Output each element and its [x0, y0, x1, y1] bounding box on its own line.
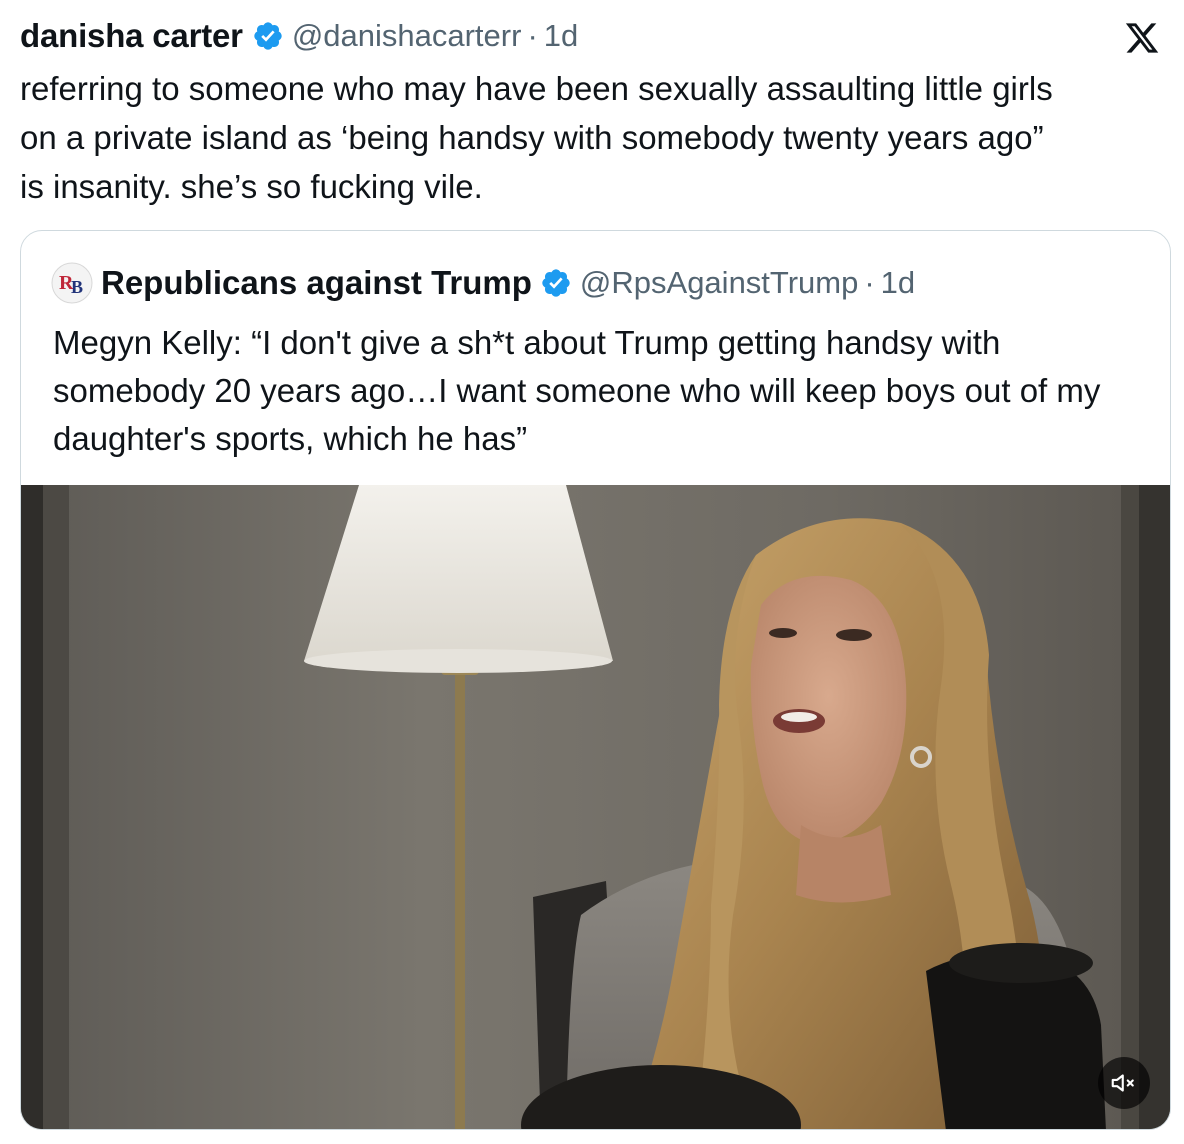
- verified-badge-icon: [542, 269, 570, 297]
- video-frame: [21, 485, 1170, 1129]
- quoted-tweet[interactable]: R B Republicans against Trump @RpsAgains…: [20, 230, 1171, 1130]
- tweet-header: danisha carter @danishacarterr · 1d: [20, 14, 578, 58]
- author-handle[interactable]: @danishacarterr: [292, 18, 522, 54]
- quoted-post-time[interactable]: 1d: [881, 265, 915, 301]
- post-time[interactable]: 1d: [544, 18, 578, 54]
- tweet: danisha carter @danishacarterr · 1d refe…: [0, 0, 1184, 1144]
- x-logo-icon: [1125, 23, 1159, 53]
- video-player[interactable]: [21, 485, 1170, 1129]
- quoted-author-handle[interactable]: @RpsAgainstTrump: [580, 265, 858, 301]
- mute-toggle-button[interactable]: [1098, 1057, 1150, 1109]
- quoted-tweet-header: R B Republicans against Trump @RpsAgains…: [51, 261, 915, 305]
- verified-badge-icon: [254, 22, 282, 50]
- separator-dot: ·: [527, 18, 538, 53]
- separator-dot: ·: [864, 265, 875, 300]
- quoted-author-name[interactable]: Republicans against Trump: [101, 264, 532, 302]
- speaker-muted-icon: [1111, 1074, 1134, 1092]
- quoted-author-avatar[interactable]: R B: [51, 262, 93, 304]
- svg-text:B: B: [71, 277, 83, 297]
- author-name[interactable]: danisha carter: [20, 17, 243, 55]
- quoted-tweet-text: Megyn Kelly: “I don't give a sh*t about …: [53, 324, 1101, 457]
- tweet-text: referring to someone who may have been s…: [20, 70, 1053, 205]
- avatar-logo-icon: R B: [51, 262, 93, 304]
